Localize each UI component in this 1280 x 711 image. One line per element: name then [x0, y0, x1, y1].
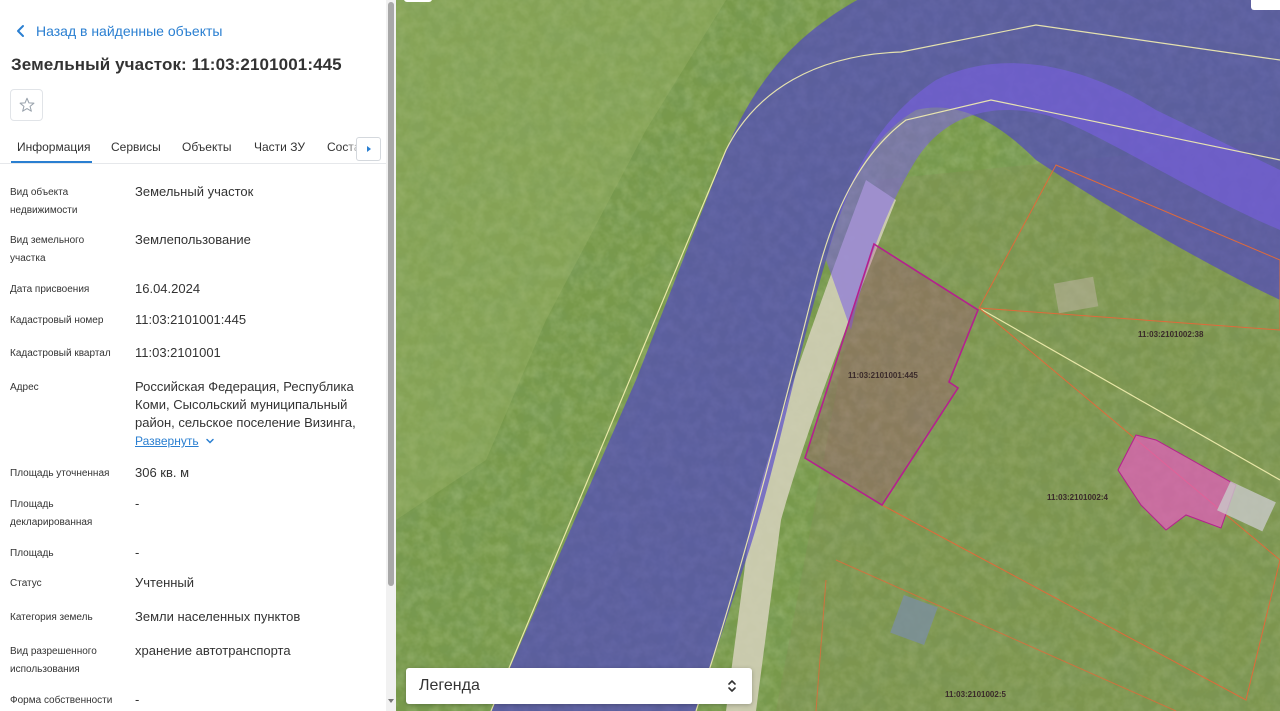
land-category-value: Земли населенных пунктов: [135, 609, 301, 624]
back-link-label[interactable]: Назад в найденные объекты: [36, 23, 222, 39]
tab-bar: Информация Сервисы Объекты Части ЗУ Сост…: [0, 132, 386, 164]
map-control-button[interactable]: [404, 0, 432, 2]
area-value: -: [135, 545, 140, 560]
land-type-label: Вид земельного участка: [10, 235, 85, 264]
cadastral-number-label: Кадастровый номер: [10, 315, 104, 326]
area-specified-label: Площадь уточненная: [10, 468, 110, 479]
scrollbar-thumb[interactable]: [388, 2, 394, 586]
chevron-left-icon: [17, 25, 24, 37]
land-type-value: Землепользование: [135, 232, 251, 247]
back-link[interactable]: Назад в найденные объекты: [12, 22, 222, 40]
permitted-use-value: хранение автотранспорта: [135, 643, 291, 658]
map-control-button-right[interactable]: [1251, 0, 1280, 10]
assign-date-value: 16.04.2024: [135, 281, 201, 296]
cadastral-number-value: 11:03:2101001:445: [135, 312, 247, 327]
tab-services[interactable]: Сервисы: [111, 140, 161, 154]
legend-label: Легенда: [419, 677, 480, 694]
parcel-label-38: 11:03:2101002:38: [1138, 330, 1204, 339]
ownership-value: -: [135, 692, 140, 707]
parcel-label-4: 11:03:2101002:4: [1047, 493, 1108, 502]
panel-scrollbar[interactable]: [386, 0, 396, 711]
land-category-label: Категория земель: [10, 612, 93, 623]
tab-information[interactable]: Информация: [17, 140, 90, 154]
satellite-map[interactable]: 11:03:2101001:445 11:03:2101002:38 11:03…: [396, 0, 1280, 711]
status-label: Статус: [10, 578, 42, 589]
area-label: Площадь: [10, 548, 54, 559]
permitted-use-label: Вид разрешенного использования: [10, 646, 97, 675]
star-icon: [19, 97, 34, 112]
info-panel: Назад в найденные объекты Земельный учас…: [0, 0, 386, 711]
tabs-scroll-right-button[interactable]: [356, 137, 381, 161]
area-declared-value: -: [135, 496, 140, 511]
active-tab-indicator: [11, 161, 92, 163]
scroll-down-arrow-icon[interactable]: [388, 698, 394, 704]
object-type-label: Вид объекта недвижимости: [10, 187, 78, 216]
area-specified-value: 306 кв. м: [135, 465, 190, 480]
legend-select[interactable]: Легенда: [406, 668, 752, 704]
favorite-button[interactable]: [10, 89, 43, 121]
tab-parts[interactable]: Части ЗУ: [254, 140, 305, 154]
chevron-down-icon: [205, 438, 214, 444]
cadastral-quarter-label: Кадастровый квартал: [10, 348, 111, 359]
status-value: Учтенный: [135, 575, 195, 590]
address-value: Российская Федерация, Республика Коми, С…: [135, 379, 356, 430]
parcel-label-selected: 11:03:2101001:445: [848, 371, 918, 380]
object-type-value: Земельный участок: [135, 184, 254, 199]
select-arrows-icon: [728, 680, 736, 692]
assign-date-label: Дата присвоения: [10, 284, 90, 295]
area-declared-label: Площадь декларированная: [10, 499, 93, 528]
map-view[interactable]: 11:03:2101001:445 11:03:2101002:38 11:03…: [396, 0, 1280, 711]
ownership-label: Форма собственности: [10, 695, 113, 706]
parcel-label-5: 11:03:2101002:5: [945, 690, 1006, 699]
tab-objects[interactable]: Объекты: [182, 140, 232, 154]
address-expand-link[interactable]: Развернуть: [135, 434, 215, 448]
address-label: Адрес: [10, 382, 39, 393]
caret-right-icon: [366, 146, 371, 152]
cadastral-quarter-value: 11:03:2101001: [135, 345, 221, 360]
page-title: Земельный участок: 11:03:2101001:445: [11, 55, 342, 74]
